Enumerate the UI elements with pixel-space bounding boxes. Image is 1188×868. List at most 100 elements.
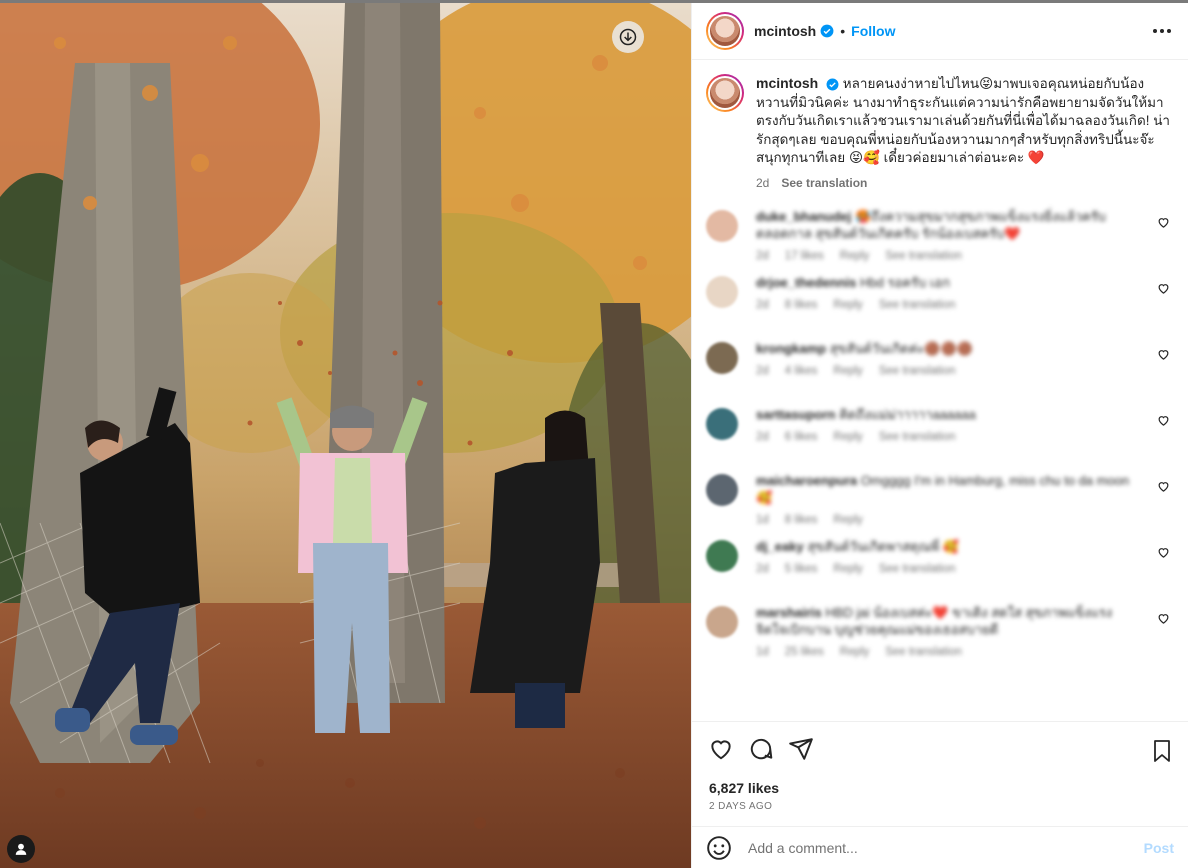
comment-see-translation[interactable]: See translation (879, 429, 956, 446)
separator-dot: • (840, 23, 846, 39)
heart-icon[interactable] (1157, 282, 1170, 295)
reply-button[interactable]: Reply (840, 644, 869, 661)
comment-likes[interactable]: 5 likes (785, 561, 818, 578)
heart-icon[interactable] (1157, 546, 1170, 559)
caption-block: mcintosh หลายคนงง่าหายไปไหน😝มาพบเจอคุณหน… (692, 60, 1188, 192)
comment-row: duke_bhanudej 🥵ถึงความสุขมากสุขภาพแข็งแร… (706, 208, 1174, 268)
caption-text-block: mcintosh หลายคนงง่าหายไปไหน😝มาพบเจอคุณหน… (756, 74, 1174, 192)
verified-badge-icon (820, 24, 834, 38)
more-options-icon[interactable] (1150, 21, 1174, 41)
comment-row: marshairis HBD jai น้องเบสค่ะ❤️ ขาเดิง ส… (706, 604, 1174, 664)
author-avatar[interactable] (710, 16, 740, 46)
heart-icon[interactable] (1157, 414, 1170, 427)
commenter-avatar[interactable] (706, 342, 738, 374)
caption-text: หลายคนงง่าหายไปไหน😝มาพบเจอคุณหน่อยกับน้อ… (756, 76, 1171, 165)
tagged-users-button[interactable] (7, 835, 35, 863)
reply-button[interactable]: Reply (833, 561, 862, 578)
comment-age: 2d (756, 563, 769, 575)
comment-likes[interactable]: 8 likes (785, 297, 818, 314)
comment-text: คิดถึงแม่ม่าาาาาaaaaaa (839, 407, 976, 422)
follow-button[interactable]: Follow (851, 23, 895, 39)
download-icon (619, 28, 637, 46)
comment-body: krongkamp สุขสันต์วันเกิดค่ะ🟤🟤🟤 2d 4 likes… (756, 340, 1136, 400)
commenter-avatar[interactable] (706, 474, 738, 506)
comment-row: dj_eaky สุขสันต์วันเกิดพาสตุณพี่ 🥰 2d 5 li… (706, 538, 1174, 598)
caption-avatar-ring[interactable] (706, 74, 744, 112)
comment-age: 2d (756, 250, 769, 262)
comment-icon[interactable] (748, 736, 774, 762)
commenter-username[interactable]: drjoe_thedennis (756, 275, 856, 290)
comment-text: สุขสันต์วันเกิดพาสตุณพี่ 🥰 (807, 539, 960, 554)
comment-age: 1d (756, 514, 769, 526)
reply-button[interactable]: Reply (833, 429, 862, 446)
comment-body: maicharoenpura Omgggg I'm in Hamburg, mi… (756, 472, 1136, 532)
comment-meta: 2d 17 likes Reply See translation (756, 248, 1136, 265)
author-avatar-ring[interactable] (706, 12, 744, 50)
commenter-avatar[interactable] (706, 606, 738, 638)
heart-icon[interactable] (1157, 216, 1170, 229)
comment-see-translation[interactable]: See translation (879, 297, 956, 314)
comment-likes[interactable]: 8 likes (785, 512, 818, 529)
commenter-username[interactable]: dj_eaky (756, 539, 804, 554)
comment-see-translation[interactable]: See translation (885, 644, 962, 661)
comment-age: 2d (756, 431, 769, 443)
post-photo[interactable] (0, 3, 691, 868)
heart-icon[interactable] (1157, 480, 1170, 493)
commenter-avatar[interactable] (706, 540, 738, 572)
comment-meta: 1d 25 likes Reply See translation (756, 644, 1136, 661)
comment-likes[interactable]: 17 likes (785, 248, 824, 265)
download-button[interactable] (612, 21, 644, 53)
post-details-panel: mcintosh • Follow mcintosh หลายคนงง่าหาย… (691, 3, 1188, 868)
heart-icon[interactable] (1157, 612, 1170, 625)
comment-body: marshairis HBD jai น้องเบสค่ะ❤️ ขาเดิง ส… (756, 604, 1136, 664)
comment-meta: 1d 8 likes Reply (756, 512, 1136, 529)
commenter-username[interactable]: sarttasuporn (756, 407, 835, 422)
reply-button[interactable]: Reply (833, 512, 862, 529)
comment-text: Hbd รอครับ เอก (860, 275, 950, 290)
comments-section[interactable]: mcintosh หลายคนงง่าหายไปไหน😝มาพบเจอคุณหน… (692, 60, 1188, 720)
comment-see-translation[interactable]: See translation (885, 248, 962, 265)
autumn-photo-illustration (0, 3, 691, 868)
bookmark-icon[interactable] (1150, 738, 1174, 764)
commenter-username[interactable]: duke_bhanudej (756, 209, 851, 224)
author-username[interactable]: mcintosh (754, 23, 816, 39)
add-comment-bar: Post (692, 826, 1188, 868)
caption-meta: 2d See translation (756, 174, 1174, 193)
post-comment-button[interactable]: Post (1144, 840, 1174, 856)
comment-text: สุขสันต์วันเกิดค่ะ🟤🟤🟤 (829, 341, 973, 356)
likes-count[interactable]: 6,827 likes (709, 780, 779, 796)
verified-badge-icon (826, 78, 839, 91)
comment-row: drjoe_thedennis Hbd รอครับ เอก 2d 8 likes R… (706, 274, 1174, 334)
commenter-username[interactable]: maicharoenpura (756, 473, 857, 488)
comment-body: duke_bhanudej 🥵ถึงความสุขมากสุขภาพแข็งแร… (756, 208, 1136, 268)
reply-button[interactable]: Reply (833, 363, 862, 380)
comment-see-translation[interactable]: See translation (879, 561, 956, 578)
caption-username[interactable]: mcintosh (756, 75, 818, 91)
comment-age: 2d (756, 365, 769, 377)
comment-see-translation[interactable]: See translation (879, 363, 956, 380)
commenter-avatar[interactable] (706, 276, 738, 308)
user-tag-icon (15, 843, 27, 855)
heart-icon[interactable] (1157, 348, 1170, 361)
post-date: 2 DAYS AGO (709, 801, 773, 812)
emoji-icon[interactable] (706, 835, 732, 861)
comment-row: sarttasuporn คิดถึงแม่ม่าาาาาaaaaaa 2d 6 l… (706, 406, 1174, 466)
comment-likes[interactable]: 4 likes (785, 363, 818, 380)
commenter-avatar[interactable] (706, 210, 738, 242)
commenter-username[interactable]: krongkamp (756, 341, 826, 356)
reply-button[interactable]: Reply (833, 297, 862, 314)
comment-likes[interactable]: 6 likes (785, 429, 818, 446)
comment-body: sarttasuporn คิดถึงแม่ม่าาาาาaaaaaa 2d 6 l… (756, 406, 1136, 466)
comment-age: 2d (756, 299, 769, 311)
caption-avatar[interactable] (710, 78, 740, 108)
commenter-avatar[interactable] (706, 408, 738, 440)
comment-age: 1d (756, 646, 769, 658)
caption-age: 2d (756, 175, 770, 190)
share-icon[interactable] (788, 736, 814, 762)
heart-icon[interactable] (708, 736, 734, 762)
commenter-username[interactable]: marshairis (756, 605, 822, 620)
comment-likes[interactable]: 25 likes (785, 644, 824, 661)
see-translation-link[interactable]: See translation (781, 174, 867, 193)
comment-input[interactable] (748, 839, 1128, 856)
reply-button[interactable]: Reply (840, 248, 869, 265)
